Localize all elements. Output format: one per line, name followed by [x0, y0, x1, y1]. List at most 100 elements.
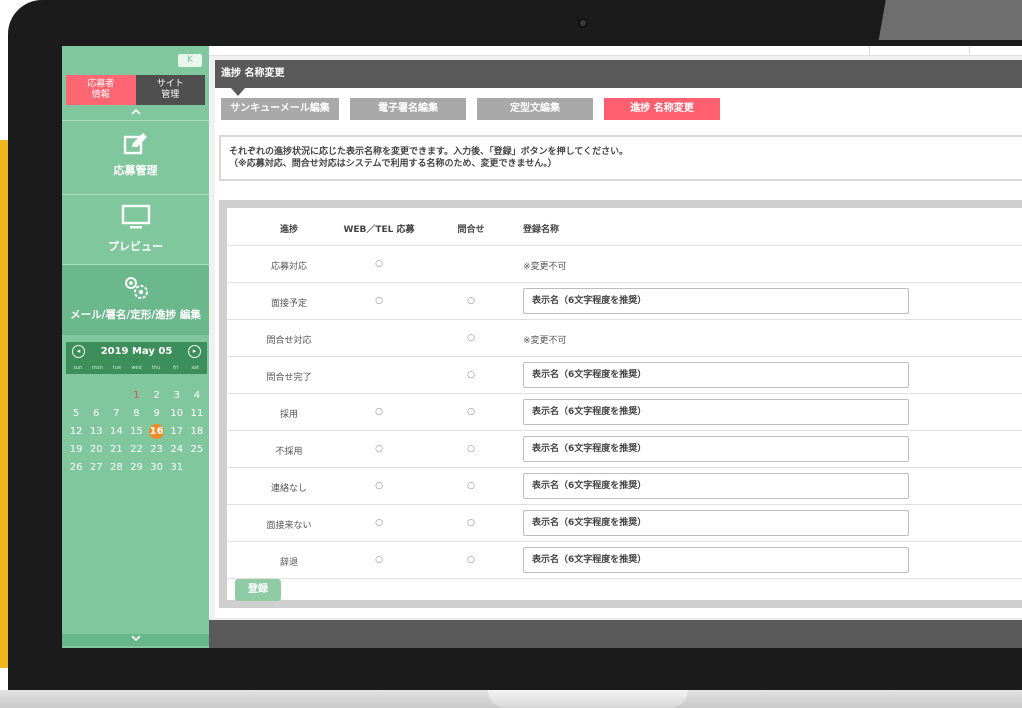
calendar-day[interactable]: 20 — [86, 441, 106, 459]
calendar-day[interactable]: 9 — [147, 405, 167, 423]
column-header: 登録名称 — [523, 225, 560, 235]
calendar-day[interactable]: 8 — [126, 405, 146, 423]
sidebar-item-preview[interactable]: プレビュー — [62, 202, 209, 264]
progress-table: 進捗 WEB／TEL 応募 問合せ 登録名称 応募対応 ○ ※変更不可 面接予定 ○ ○ 表… — [227, 208, 1022, 601]
fixed-name-note: ※変更不可 — [523, 262, 567, 272]
calendar-day[interactable]: 2 — [147, 387, 167, 405]
table-row: 連絡なし ○ ○ 表示名（6文字程度を推奨） — [227, 468, 1022, 505]
scroll-down-button[interactable] — [62, 634, 209, 646]
sidebar: K 応募者 情報 サイト 管理 応募管理 プレビュー メール/署名/定形/進捗 … — [62, 46, 209, 648]
web-tel-mark: ○ — [375, 296, 383, 306]
calendar-day[interactable]: 19 — [66, 441, 86, 459]
table-row: 問合せ完了 ○ 表示名（6文字程度を推奨） — [227, 357, 1022, 394]
weekday-label: fri — [173, 365, 179, 371]
calendar-day — [66, 387, 86, 405]
content-panel: サンキューメール編集 電子署名編集 定型文編集 進捗 名称変更 それぞれの進捗状… — [215, 88, 1022, 618]
calendar-header: ◂ 2019 May 05 ▸ — [66, 342, 207, 362]
tab-template[interactable]: 定型文編集 — [477, 98, 593, 120]
edit-icon — [123, 133, 147, 155]
collapse-sidebar-button[interactable]: K — [178, 54, 202, 67]
progress-name: 採用 — [279, 410, 298, 420]
fixed-name-note: ※変更不可 — [523, 336, 567, 346]
calendar-day[interactable]: 27 — [86, 459, 106, 477]
strip-divider — [869, 46, 870, 56]
calendar-day[interactable]: 1 — [126, 387, 146, 405]
inquiry-mark: ○ — [467, 296, 475, 306]
display-name-field[interactable]: 表示名（6文字程度を推奨） — [523, 288, 909, 314]
calendar-day[interactable]: 16 — [147, 423, 167, 441]
inquiry-mark: ○ — [467, 333, 475, 343]
tab-signature[interactable]: 電子署名編集 — [350, 98, 466, 120]
calendar-day[interactable]: 6 — [86, 405, 106, 423]
table-frame: 進捗 WEB／TEL 応募 問合せ 登録名称 応募対応 ○ ※変更不可 面接予定 ○ ○ 表… — [219, 200, 1022, 608]
sidebar-item-application-management[interactable]: 応募管理 — [62, 128, 209, 194]
calendar-day[interactable]: 15 — [126, 423, 146, 441]
web-tel-mark: ○ — [375, 259, 383, 269]
tab-applicant-info-label: 応募者 情報 — [87, 79, 115, 100]
web-tel-mark: ○ — [375, 407, 383, 417]
calendar-day[interactable]: 22 — [126, 441, 146, 459]
calendar-next-button[interactable]: ▸ — [188, 345, 201, 358]
calendar-day[interactable]: 5 — [66, 405, 86, 423]
calendar-day — [86, 387, 106, 405]
table-row: 応募対応 ○ ※変更不可 — [227, 246, 1022, 283]
calendar-day[interactable]: 30 — [147, 459, 167, 477]
inquiry-mark: ○ — [467, 407, 475, 417]
progress-name: 連絡なし — [270, 484, 307, 494]
calendar-day[interactable]: 12 — [66, 423, 86, 441]
display-name-field[interactable]: 表示名（6文字程度を推奨） — [523, 399, 909, 425]
display-name-field[interactable]: 表示名（6文字程度を推奨） — [523, 436, 909, 462]
laptop-hinge — [488, 690, 688, 708]
calendar-day[interactable]: 3 — [167, 387, 187, 405]
web-tel-mark: ○ — [375, 481, 383, 491]
web-tel-mark: ○ — [375, 444, 383, 454]
register-button[interactable]: 登録 — [235, 579, 281, 601]
page-title: 進捗 名称変更 — [215, 60, 1022, 88]
calendar-day[interactable]: 24 — [167, 441, 187, 459]
calendar-day[interactable]: 4 — [187, 387, 207, 405]
column-header: 進捗 — [279, 225, 298, 235]
scroll-up-button[interactable] — [62, 108, 209, 120]
table-row: 不採用 ○ ○ 表示名（6文字程度を推奨） — [227, 431, 1022, 468]
display-name-field[interactable]: 表示名（6文字程度を推奨） — [523, 473, 909, 499]
calendar-day[interactable]: 13 — [86, 423, 106, 441]
calendar-day[interactable]: 29 — [126, 459, 146, 477]
column-header: WEB／TEL 応募 — [343, 225, 415, 235]
tab-progress-rename[interactable]: 進捗 名称変更 — [604, 98, 720, 120]
calendar-day[interactable]: 7 — [106, 405, 126, 423]
calendar-day[interactable]: 11 — [187, 405, 207, 423]
progress-name: 面接予定 — [270, 299, 307, 309]
display-name-field[interactable]: 表示名（6文字程度を推奨） — [523, 510, 909, 536]
calendar-day[interactable]: 21 — [106, 441, 126, 459]
calendar-day[interactable]: 14 — [106, 423, 126, 441]
calendar-today-marker: 16 — [149, 424, 165, 439]
display-name-field[interactable]: 表示名（6文字程度を推奨） — [523, 547, 909, 573]
calendar-day[interactable]: 18 — [187, 423, 207, 441]
column-header: 問合せ — [457, 225, 485, 235]
notice-line: （※応募対応、問合せ対応はシステムで利用する名称のため、変更できません。） — [229, 159, 557, 169]
tab-applicant-info[interactable]: 応募者 情報 — [66, 75, 136, 105]
calendar-day[interactable]: 25 — [187, 441, 207, 459]
tab-thankyou-mail[interactable]: サンキューメール編集 — [221, 98, 339, 120]
calendar-day[interactable]: 10 — [167, 405, 187, 423]
calendar-day[interactable]: 26 — [66, 459, 86, 477]
tab-site-admin[interactable]: サイト 管理 — [135, 75, 205, 105]
calendar-day[interactable]: 31 — [167, 459, 187, 477]
calendar-day[interactable]: 17 — [167, 423, 187, 441]
gears-icon — [124, 277, 148, 299]
calendar-day[interactable]: 28 — [106, 459, 126, 477]
sidebar-item-label: 応募管理 — [113, 164, 158, 177]
app-screen: K 応募者 情報 サイト 管理 応募管理 プレビュー メール/署名/定形/進捗 … — [62, 46, 1022, 648]
bezel-glare — [838, 0, 1022, 40]
monitor-icon — [121, 204, 150, 229]
table-row: 採用 ○ ○ 表示名（6文字程度を推奨） — [227, 394, 1022, 431]
tab-site-admin-label: サイト 管理 — [156, 79, 184, 100]
sidebar-item-mail-edit[interactable]: メール/署名/定形/進捗 編集 — [62, 265, 209, 335]
web-tel-mark: ○ — [375, 518, 383, 528]
weekday-label: sat — [191, 365, 200, 371]
calendar-title: 2019 May 05 — [100, 346, 173, 357]
calendar-day — [187, 459, 207, 477]
display-name-field[interactable]: 表示名（6文字程度を推奨） — [523, 362, 909, 388]
progress-name: 面接来ない — [266, 521, 312, 531]
calendar-day[interactable]: 23 — [147, 441, 167, 459]
